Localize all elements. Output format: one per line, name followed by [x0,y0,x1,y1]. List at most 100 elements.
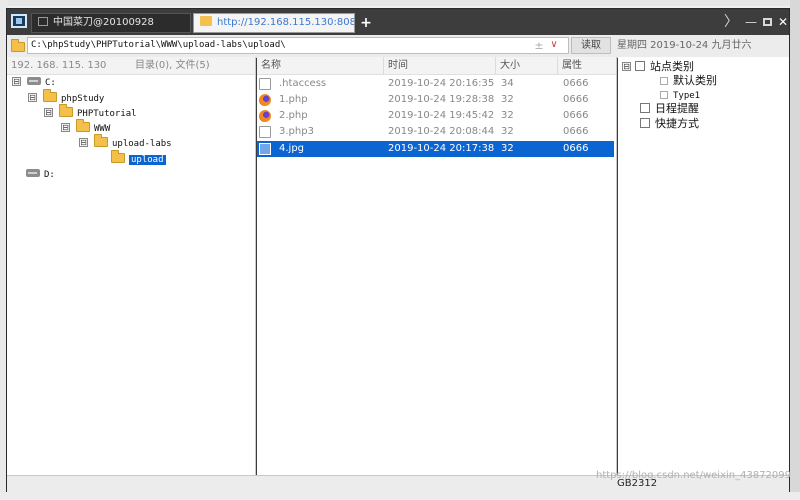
file-attr: 0666 [563,126,589,137]
file-name: 3.php3 [279,126,314,137]
tree-node-label: WWW [94,124,111,134]
item-counts: 目录(0), 文件(5) [135,60,210,71]
folder-icon [76,119,90,132]
address-bar: C:\phpStudy\PHPTutorial\WWW\upload-labs\… [7,35,789,58]
file-row-selected[interactable]: 4.jpg 2019-10-24 20:17:38 32 0666 [257,141,614,157]
tree-node-label: upload-labs [112,139,172,149]
app-window: 中国菜刀@20100928 http://192.168.115.130:808… [6,8,790,492]
file-name: 2.php [279,110,308,121]
close-button[interactable]: ✕ [775,13,791,31]
category-icon [635,61,645,71]
collapse-toggle[interactable]: ⊟ [61,123,70,132]
tree-header: 192. 168. 115. 130 目录(0), 文件(5) [7,57,255,75]
date-label: 星期四 2019-10-24 九月廿六 [617,40,752,51]
tab-home[interactable]: 中国菜刀@20100928 [31,13,191,33]
file-row[interactable]: 3.php3 2019-10-24 20:08:44 32 0666 [257,124,614,140]
tab-label: 中国菜刀@20100928 [53,17,154,28]
file-size: 34 [501,78,514,89]
file-attr: 0666 [563,143,589,154]
shortcuts-node[interactable]: 快捷方式 [636,117,699,131]
firefox-icon [259,110,271,122]
column-header-attr[interactable]: 属性 [558,57,616,74]
collapse-toggle[interactable]: ⊟ [79,138,88,147]
folder-icon [11,39,25,52]
file-time: 2019-10-24 19:45:42 [388,110,495,121]
tree-node-d-drive[interactable]: D: [20,168,55,182]
site-category-label: 站点类别 [650,60,694,73]
host-ip: 192. 168. 115. 130 [11,60,107,71]
tree-node-c-drive[interactable]: ⊟ C: [12,76,56,90]
file-attr: 0666 [563,110,589,121]
tree-node-label: D: [44,170,55,180]
file-name: .htaccess [279,78,327,89]
site-category-node[interactable]: ⊟ 站点类别 [622,60,694,74]
drive-icon [26,169,40,177]
app-logo-icon [11,14,27,28]
file-size: 32 [501,110,514,121]
category-icon [660,91,668,99]
tree-node-label: phpStudy [61,94,105,104]
tree-node-upload[interactable]: upload [105,150,166,167]
chevron-right-icon[interactable]: 〉 [723,13,739,31]
calendar-icon [640,103,650,113]
collapse-toggle[interactable]: ⊟ [28,93,37,102]
document-icon [259,126,271,138]
file-time: 2019-10-24 20:16:35 [388,78,495,89]
folder-icon [59,104,73,117]
schedule-node[interactable]: 日程提醒 [636,102,699,116]
background-right [790,0,800,500]
file-size: 32 [501,94,514,105]
collapse-toggle[interactable]: ⊟ [44,108,53,117]
plus-minus-icon[interactable]: ± [533,39,545,53]
shortcut-icon [640,118,650,128]
firefox-icon [259,94,271,106]
title-bar: 中国菜刀@20100928 http://192.168.115.130:808… [7,9,789,35]
minimize-button[interactable]: — [743,13,759,31]
maximize-button[interactable] [759,13,775,31]
file-size: 32 [501,126,514,137]
file-attr: 0666 [563,94,589,105]
path-input[interactable]: C:\phpStudy\PHPTutorial\WWW\upload-labs\… [27,37,569,54]
new-tab-button[interactable]: + [357,13,375,33]
column-header-name[interactable]: 名称 [257,57,384,74]
file-time: 2019-10-24 20:08:44 [388,126,495,137]
chevron-down-icon[interactable]: ∨ [547,38,561,52]
tree-node-www[interactable]: ⊟ WWW [61,119,111,136]
drive-icon [27,77,41,85]
tree-node-upload-labs[interactable]: ⊟ upload-labs [79,134,172,151]
directory-tree-panel: 192. 168. 115. 130 目录(0), 文件(5) ⊟ C: ⊟ php… [7,57,256,475]
maximize-icon [762,18,772,26]
file-list-header: 名称 时间 大小 属性 [257,57,616,75]
tab-shell-url[interactable]: http://192.168.115.130:8088... [193,13,355,33]
file-attr: 0666 [563,78,589,89]
collapse-toggle[interactable]: ⊟ [12,77,21,86]
site-tree-panel: ⊟ 站点类别 默认类别 Type1 日程提醒 快捷方式 [618,57,789,475]
column-header-time[interactable]: 时间 [384,57,496,74]
category-icon [660,77,668,85]
column-header-size[interactable]: 大小 [496,57,558,74]
tab-page-icon [38,17,48,26]
folder-open-icon [111,150,125,163]
file-name: 4.jpg [279,143,305,154]
file-list-panel: 名称 时间 大小 属性 .htaccess 2019-10-24 20:16:3… [257,57,617,475]
image-icon [259,143,271,155]
tree-node-label: upload [129,155,166,165]
tab-label: http://192.168.115.130:8088... [217,17,355,28]
folder-icon [200,16,212,26]
file-time: 2019-10-24 19:28:38 [388,94,495,105]
folder-icon [43,89,57,102]
background-top [0,0,800,6]
default-category-label: 默认类别 [673,74,717,87]
file-row[interactable]: 2.php 2019-10-24 19:45:42 32 0666 [257,108,614,124]
file-row[interactable]: 1.php 2019-10-24 19:28:38 32 0666 [257,92,614,108]
default-category-node[interactable]: 默认类别 [656,74,717,88]
collapse-toggle[interactable]: ⊟ [622,62,631,71]
schedule-label: 日程提醒 [655,102,699,115]
read-button[interactable]: 读取 [571,37,611,54]
type1-node[interactable]: Type1 [656,89,700,103]
file-row[interactable]: .htaccess 2019-10-24 20:16:35 34 0666 [257,76,614,92]
file-time: 2019-10-24 20:17:38 [388,143,495,154]
tree-node-label: C: [45,78,56,88]
tree-node-phptutorial[interactable]: ⊟ PHPTutorial [44,104,137,121]
document-icon [259,78,271,90]
